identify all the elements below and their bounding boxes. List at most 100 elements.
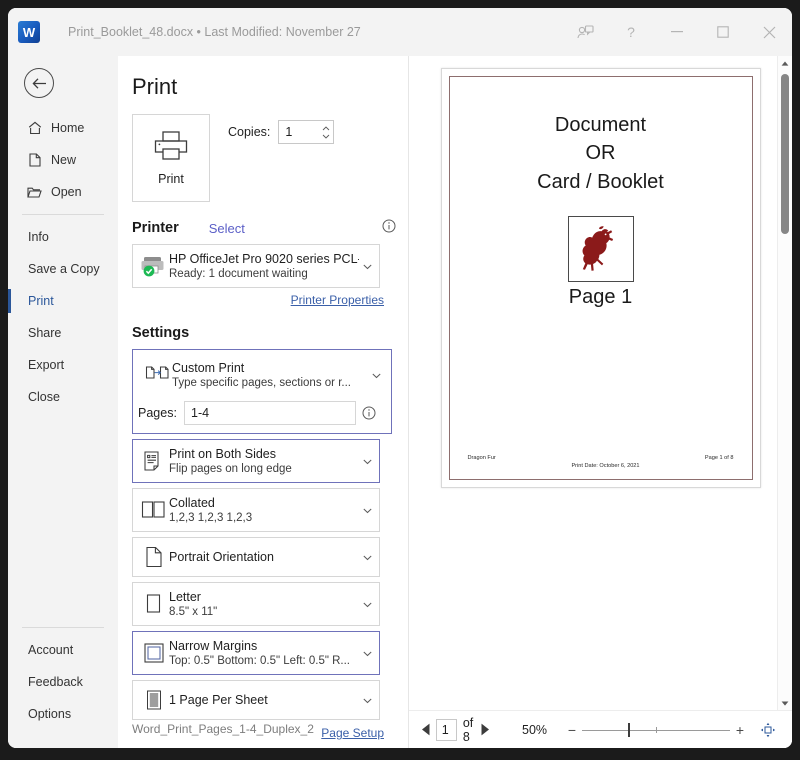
preview-scrollbar[interactable] [777,56,792,710]
paper-size-line1: Letter [169,590,201,604]
window-controls: ? [562,8,792,56]
sidebar-item-save-a-copy[interactable]: Save a Copy [8,253,118,285]
printer-selector-text: HP OfficeJet Pro 9020 series PCL-3 Ready… [169,252,359,280]
sidebar-item-new[interactable]: New [8,144,118,176]
sidebar-item-label: Close [28,390,60,404]
current-page-input[interactable]: 1 [435,718,457,741]
sidebar-item-share[interactable]: Share [8,317,118,349]
zoom-to-page-button[interactable] [756,719,780,741]
collation-line1: Collated [169,496,215,510]
sidebar-item-export[interactable]: Export [8,349,118,381]
zoom-out-button[interactable]: − [562,720,582,740]
page-title: Print [132,74,178,99]
collation-line2: 1,2,3 1,2,3 1,2,3 [169,512,253,524]
paper-size-selector[interactable]: Letter 8.5" x 11" [132,582,380,626]
printer-selector[interactable]: HP OfficeJet Pro 9020 series PCL-3 Ready… [132,244,380,288]
spinner-up-icon [323,125,330,130]
sidebar-item-label: Account [28,643,74,657]
paper-size-text: Letter 8.5" x 11" [169,590,217,618]
document-title: Print_Booklet_48.docx • Last Modified: N… [68,25,361,39]
margins-line1: Narrow Margins [169,639,258,653]
copies-stepper[interactable]: 1 [278,120,335,144]
pages-row: Pages: 1-4 [136,397,388,430]
preview-column: Document OR Card / Booklet Page 1 Dragon… [408,56,792,748]
margins-icon [139,642,169,664]
desktop-background: W Print_Booklet_48.docx • Last Modified:… [0,0,800,760]
document-line-2: OR [585,142,616,165]
copies-label: Copies: [228,125,271,139]
margins-text: Narrow Margins Top: 0.5" Bottom: 0.5" Le… [169,639,350,667]
sidebar-divider-bottom [22,627,104,628]
sidebar-item-label: Open [51,185,82,199]
chevron-down-icon [363,548,372,566]
copies-value: 1 [285,125,293,139]
copies-spinner-arrows[interactable] [322,121,330,143]
print-action-row: Print Copies: 1 [132,114,408,202]
duplex-text: Print on Both Sides Flip pages on long e… [169,447,292,475]
sidebar-item-label: Options [28,707,72,721]
word-logo-letter: W [22,24,36,40]
zoom-slider-midpoint-tick [656,726,657,733]
sidebar-bottom-group: Account Feedback Options [8,621,118,748]
document-line-1: Document [554,114,647,136]
maximize-icon[interactable] [700,12,746,52]
scroll-up-arrow-icon[interactable] [778,56,792,70]
printer-section-title: Printer [132,220,179,236]
help-glyph: ? [627,24,635,40]
open-folder-icon [27,185,42,200]
document-content: Document OR Card / Booklet Page 1 [442,111,760,309]
zoom-in-button[interactable]: + [730,720,750,740]
printer-icon [154,130,188,166]
print-range-selector[interactable]: Custom Print Type specific pages, sectio… [136,353,388,397]
pages-per-sheet-selector[interactable]: 1 Page Per Sheet [132,680,380,720]
home-icon [27,121,42,136]
zoom-slider[interactable] [582,720,730,740]
print-range-line1: Custom Print [172,361,245,375]
scrollbar-thumb[interactable] [781,74,789,234]
duplex-icon [139,450,169,472]
minimize-icon[interactable] [654,12,700,52]
printer-status-icon [139,255,169,277]
share-comment-icon[interactable] [562,12,608,52]
pages-input[interactable]: 1-4 [184,401,356,425]
sidebar-item-close[interactable]: Close [8,381,118,413]
collate-icon [139,500,169,520]
back-arrow-icon[interactable] [24,68,54,98]
orientation-selector[interactable]: Portrait Orientation [132,537,380,577]
sidebar-item-options[interactable]: Options [8,698,118,730]
margins-line2: Top: 0.5" Bottom: 0.5" Left: 0.5" R... [169,655,351,667]
collation-selector[interactable]: Collated 1,2,3 1,2,3 1,2,3 [132,488,380,532]
zoom-slider-thumb[interactable] [627,722,631,737]
page-preview[interactable]: Document OR Card / Booklet Page 1 Dragon… [440,68,761,488]
paper-size-line2: 8.5" x 11" [169,606,218,618]
sidebar-item-feedback[interactable]: Feedback [8,666,118,698]
pages-per-sheet-icon [139,689,169,711]
sidebar-item-label: Share [28,326,62,340]
chevron-down-icon [363,644,372,662]
print-button[interactable]: Print [132,114,210,202]
duplex-line1: Print on Both Sides [169,447,277,461]
sidebar-item-open[interactable]: Open [8,176,118,208]
word-backstage-window: W Print_Booklet_48.docx • Last Modified:… [8,8,792,748]
help-icon[interactable]: ? [608,12,654,52]
total-pages-label: of 8 [462,715,474,744]
printer-info-icon[interactable] [382,219,396,238]
margins-selector[interactable]: Narrow Margins Top: 0.5" Bottom: 0.5" Le… [132,631,380,675]
sidebar-item-print[interactable]: Print [8,285,118,317]
select-printer-link[interactable]: Select [209,221,245,236]
pages-info-icon[interactable] [362,406,376,420]
printer-section-header: Printer Select [132,218,408,238]
next-page-button[interactable] [479,719,490,741]
scroll-down-arrow-icon[interactable] [778,696,792,710]
printer-status: Ready: 1 document waiting [169,268,308,280]
sidebar-item-home[interactable]: Home [8,112,118,144]
close-icon[interactable] [746,12,792,52]
document-footer-row-1: Dragon Fur Page 1 of 8 [468,455,734,461]
sidebar-item-label: New [51,153,77,167]
sidebar-item-info[interactable]: Info [8,221,118,253]
new-document-icon [27,153,42,168]
previous-page-button[interactable] [421,719,432,741]
printer-properties-link[interactable]: Printer Properties [132,293,384,307]
sidebar-item-account[interactable]: Account [8,634,118,666]
duplex-selector[interactable]: Print on Both Sides Flip pages on long e… [132,439,380,483]
